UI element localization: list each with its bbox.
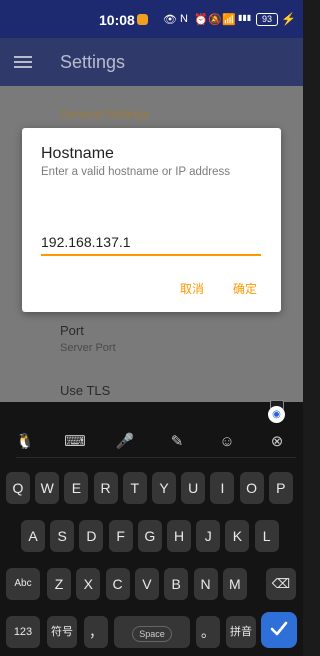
key-l[interactable]: L xyxy=(254,520,279,552)
key-f[interactable]: F xyxy=(108,520,133,552)
key-c[interactable]: C xyxy=(105,568,130,600)
key-j[interactable]: J xyxy=(196,520,221,552)
app-title: Settings xyxy=(60,52,126,72)
key-y[interactable]: Y xyxy=(152,472,176,504)
key-g[interactable]: G xyxy=(137,520,162,552)
tls-setting-title[interactable]: Use TLS xyxy=(60,383,110,398)
qq-icon[interactable]: 🐧 xyxy=(14,432,36,452)
ok-button[interactable]: 确定 xyxy=(233,280,257,297)
microphone-icon[interactable]: 🎤 xyxy=(114,432,136,452)
pen-icon[interactable]: ✎ xyxy=(166,432,188,452)
period-key[interactable]: 。 xyxy=(196,616,220,648)
hostname-input[interactable] xyxy=(41,230,261,256)
mute-icon: 🔕 xyxy=(208,14,222,26)
battery-icon: 93 xyxy=(256,13,278,26)
close-keyboard-icon[interactable]: ⊗ xyxy=(266,432,288,452)
key-r[interactable]: R xyxy=(93,472,118,504)
comma-key[interactable]: ， xyxy=(84,616,108,648)
shift-key[interactable]: Abc xyxy=(6,568,40,600)
menu-icon[interactable] xyxy=(14,56,32,68)
port-setting-title[interactable]: Port xyxy=(60,323,84,338)
key-d[interactable]: D xyxy=(79,520,104,552)
symbols-key[interactable]: 符号 xyxy=(47,616,77,648)
key-n[interactable]: N xyxy=(193,568,218,600)
toolbar-divider xyxy=(16,457,296,458)
cancel-button[interactable]: 取消 xyxy=(180,280,204,297)
wifi-icon: 📶 xyxy=(222,14,236,26)
dialog-message: Enter a valid hostname or IP address xyxy=(41,166,231,178)
numbers-key[interactable]: 123 xyxy=(6,616,40,648)
key-e[interactable]: E xyxy=(64,472,89,504)
battery-level: 93 xyxy=(261,14,272,24)
key-u[interactable]: U xyxy=(181,472,206,504)
keyboard-assistant-icon[interactable]: ◉ xyxy=(268,406,285,423)
key-b[interactable]: B xyxy=(164,568,189,600)
dialog-title: Hostname xyxy=(41,145,114,162)
key-v[interactable]: V xyxy=(134,568,159,600)
key-k[interactable]: K xyxy=(225,520,250,552)
key-o[interactable]: O xyxy=(239,472,264,504)
section-header: General Settings xyxy=(60,107,150,121)
key-w[interactable]: W xyxy=(35,472,60,504)
pinyin-key[interactable]: 拼音 xyxy=(226,616,256,648)
key-m[interactable]: M xyxy=(222,568,247,600)
checkmark-icon xyxy=(270,621,288,636)
charging-icon: ⚡ xyxy=(281,12,296,26)
nfc-icon: N xyxy=(180,13,188,25)
app-bar xyxy=(0,38,303,86)
key-p[interactable]: P xyxy=(268,472,293,504)
key-t[interactable]: T xyxy=(122,472,147,504)
key-h[interactable]: H xyxy=(167,520,191,552)
space-key-label: Space xyxy=(132,626,172,642)
emoji-icon[interactable]: ☺ xyxy=(216,432,238,452)
signal-icon: ▮▮▮ xyxy=(238,13,252,22)
eye-icon: 👁 xyxy=(163,14,177,26)
app-notification-icon xyxy=(137,14,148,25)
port-setting-subtitle: Server Port xyxy=(60,342,116,354)
status-time: 10:08 xyxy=(99,12,135,28)
key-x[interactable]: X xyxy=(76,568,101,600)
space-key[interactable]: Space xyxy=(114,616,190,648)
alarm-icon: ⏰ xyxy=(194,14,208,26)
key-s[interactable]: S xyxy=(50,520,75,552)
key-q[interactable]: Q xyxy=(6,472,30,504)
keyboard-icon[interactable]: ⌨ xyxy=(64,432,86,452)
key-z[interactable]: Z xyxy=(47,568,71,600)
key-a[interactable]: A xyxy=(21,520,45,552)
key-i[interactable]: I xyxy=(210,472,235,504)
backspace-key[interactable]: ⌫ xyxy=(266,568,296,600)
